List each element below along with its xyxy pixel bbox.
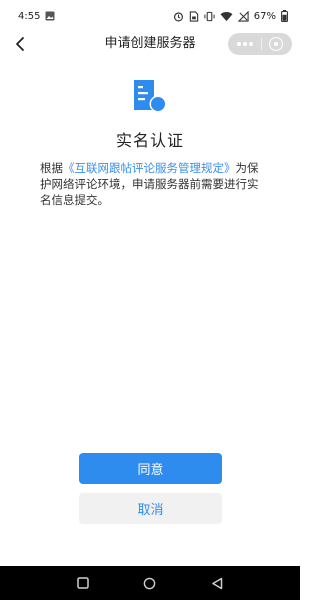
capsule-divider [260, 38, 262, 50]
status-bar: 4:55 67% [0, 0, 300, 32]
capsule-menu [228, 33, 292, 55]
capsule-close-icon[interactable] [269, 37, 283, 51]
status-right: 67% [173, 10, 288, 22]
regulation-link[interactable]: 《互联网跟帖评论服务管理规定》 [63, 161, 236, 175]
system-back-button[interactable] [205, 571, 229, 595]
recents-button[interactable] [71, 571, 95, 595]
triangle-back-icon [211, 577, 222, 589]
description-prefix: 根据 [40, 161, 63, 175]
cancel-button[interactable]: 取消 [79, 493, 222, 524]
status-time: 4:55 [18, 10, 41, 22]
more-dots-icon[interactable] [237, 42, 253, 46]
doc-user-icon [134, 80, 167, 113]
battery-icon [281, 10, 288, 22]
home-button[interactable] [138, 571, 162, 595]
system-nav-bar [0, 566, 300, 600]
nav-bar: 申请创建服务器 [0, 32, 300, 56]
status-left: 4:55 [18, 10, 55, 22]
screen: 4:55 67% 申请创建服务器 实名认证 根据《互联网跟帖评论服务管理规定》为… [0, 0, 300, 600]
wifi-icon [220, 10, 233, 22]
verification-title: 实名认证 [115, 131, 184, 150]
agree-button[interactable]: 同意 [79, 453, 222, 484]
sim-card-icon [189, 10, 199, 22]
verification-description: 根据《互联网跟帖评论服务管理规定》为保护网络评论环境，申请服务器前需要进行实名信… [40, 160, 264, 208]
vibrate-icon [204, 10, 215, 22]
signal-off-icon [237, 10, 249, 22]
image-notification-icon [45, 10, 55, 22]
circle-icon [144, 577, 156, 589]
square-icon [77, 577, 90, 589]
battery-percent: 67% [253, 10, 276, 22]
alarm-icon [173, 10, 184, 22]
